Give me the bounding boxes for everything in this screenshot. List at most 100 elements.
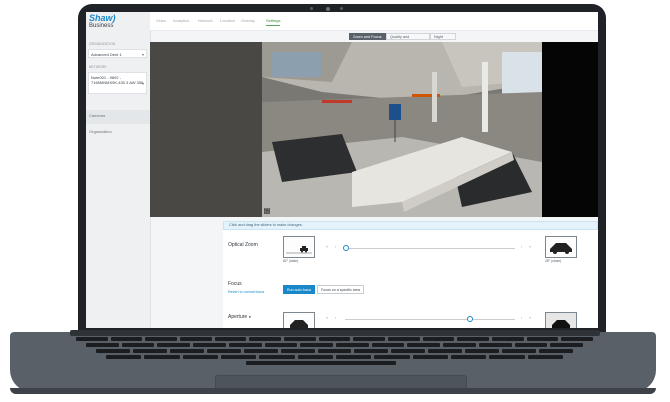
aperture-slider-handle[interactable] [467, 316, 474, 322]
keyboard-key [391, 349, 426, 353]
keyboard-key [317, 349, 352, 353]
video-feed[interactable]: ⛶ [150, 42, 598, 217]
car-wide-icon [286, 246, 312, 254]
keyboard-key [264, 343, 298, 347]
keyboard-key [527, 355, 563, 359]
brand-logo[interactable]: Shaw) Business [89, 14, 116, 30]
keyboard-key [110, 337, 143, 341]
org-label: ORGANIZATION [89, 42, 116, 46]
focus-row: Focus Revert to normal focus Run auto fo… [223, 276, 598, 307]
org-value: Advanced Dent 1 [91, 52, 122, 57]
tab-zoom-and-focus[interactable]: Zoom and Focus [349, 33, 386, 40]
keyboard-key [284, 337, 316, 341]
keyboard-key [96, 349, 130, 353]
keyboard-key [502, 349, 537, 353]
keyboard-key [407, 343, 441, 347]
aperture-label: Aperture ● [228, 314, 251, 320]
sidebar-item-label: Cameras [89, 113, 106, 118]
zoom-max-caption: 28° (close) [545, 259, 562, 263]
fullscreen-icon[interactable]: ⛶ [264, 208, 270, 214]
keyboard-key [206, 349, 241, 353]
keyboard-key [132, 349, 167, 353]
keyboard-key [336, 343, 369, 347]
camera-scene [262, 42, 542, 217]
keyboard-key [249, 337, 281, 341]
webcam [306, 7, 356, 11]
org-select[interactable]: Advanced Dent 1 ▾ [88, 49, 147, 58]
video-letterbox-left [150, 42, 262, 217]
tab-settings[interactable]: Settings [266, 18, 281, 26]
keyboard-key [451, 355, 487, 359]
car-dark-icon [290, 320, 308, 328]
sidebar-item-label: Organization [89, 129, 112, 134]
aperture-label-text: Aperture [228, 314, 248, 320]
laptop-front-lip [10, 388, 656, 394]
keyboard-key [336, 355, 372, 359]
keyboard-key [157, 343, 191, 347]
keyboard-key [561, 337, 593, 341]
aperture-increase-icon[interactable]: › [521, 316, 522, 320]
keyboard-key [457, 337, 489, 341]
car-dark-icon [552, 320, 570, 328]
camera-image[interactable] [262, 42, 542, 217]
focus-label: Focus [228, 281, 242, 287]
zoom-wide-thumbnail [283, 236, 315, 258]
tab-overlay[interactable]: Overlay [241, 18, 255, 23]
keyboard-key [550, 343, 583, 347]
zoom-slider-handle[interactable] [343, 245, 349, 251]
tab-analytics[interactable]: Analytics [173, 18, 189, 23]
keyboard-key [280, 349, 315, 353]
aperture-step-forward-icon[interactable]: » [529, 316, 531, 320]
keyboard-key [374, 355, 410, 359]
zoom-close-thumbnail [545, 236, 577, 258]
zoom-slider-track[interactable] [345, 248, 515, 249]
keyboard-key [228, 343, 262, 347]
sidebar: Shaw) Business ORGANIZATION Advanced Den… [86, 12, 151, 328]
aperture-slider-track[interactable] [345, 319, 515, 320]
network-value: Note001 - 9892 - 7165MNMX9K-430 3 AW 356 [91, 75, 144, 85]
optical-zoom-row: Optical Zoom 82° (wide) « ‹ › » 28° (clo… [223, 230, 598, 277]
zoom-step-back-icon[interactable]: « [326, 245, 328, 249]
tab-network[interactable]: Network [198, 18, 213, 23]
info-icon[interactable]: ● [249, 314, 251, 319]
keyboard-key [428, 349, 463, 353]
aperture-open-thumbnail [283, 312, 315, 328]
sidebar-item-cameras[interactable]: Cameras [86, 110, 150, 124]
zoom-increase-icon[interactable]: › [521, 245, 522, 249]
keyboard-key [478, 343, 512, 347]
tab-night-mode[interactable]: Night Mode [430, 33, 456, 46]
keyboard-key [144, 355, 180, 359]
keyboard-key [526, 337, 559, 341]
aperture-row: Aperture ● « ‹ › » [223, 306, 598, 328]
top-bar: Video Analytics Network Location Overlay… [150, 12, 598, 31]
keyboard-key [388, 337, 420, 341]
keyboard-key [300, 343, 333, 347]
revert-focus-link[interactable]: Revert to normal focus [228, 290, 264, 294]
aperture-step-back-icon[interactable]: « [326, 316, 328, 320]
zoom-step-forward-icon[interactable]: » [529, 245, 531, 249]
keyboard-key [354, 349, 389, 353]
tab-quality-and-retention[interactable]: Quality and Retention [386, 33, 430, 46]
sidebar-item-organization[interactable]: Organization [86, 126, 150, 137]
keyboard-key [180, 337, 212, 341]
keyboard-key [318, 337, 351, 341]
keyboard-key [221, 355, 257, 359]
tab-video[interactable]: Video [156, 18, 166, 23]
keyboard-key [214, 337, 247, 341]
run-auto-focus-button[interactable]: Run auto focus [283, 285, 316, 294]
keyboard-key [443, 343, 476, 347]
network-label: NETWORK [89, 65, 107, 69]
keyboard-key [76, 337, 108, 341]
zoom-decrease-icon[interactable]: ‹ [335, 245, 336, 249]
aperture-decrease-icon[interactable]: ‹ [335, 316, 336, 320]
tab-location[interactable]: Location [220, 18, 235, 23]
laptop-hinge [70, 330, 600, 336]
network-select[interactable]: Note001 - 9892 - 7165MNMX9K-430 3 AW 356… [88, 72, 147, 94]
keyboard-spacebar [246, 361, 396, 365]
brand-name: Shaw) [89, 13, 116, 23]
keyboard-key [514, 343, 548, 347]
keyboard-key [371, 343, 405, 347]
aperture-closed-thumbnail [545, 312, 577, 328]
focus-specific-area-button[interactable]: Focus on a specific area [317, 285, 364, 294]
keyboard-key [412, 355, 448, 359]
